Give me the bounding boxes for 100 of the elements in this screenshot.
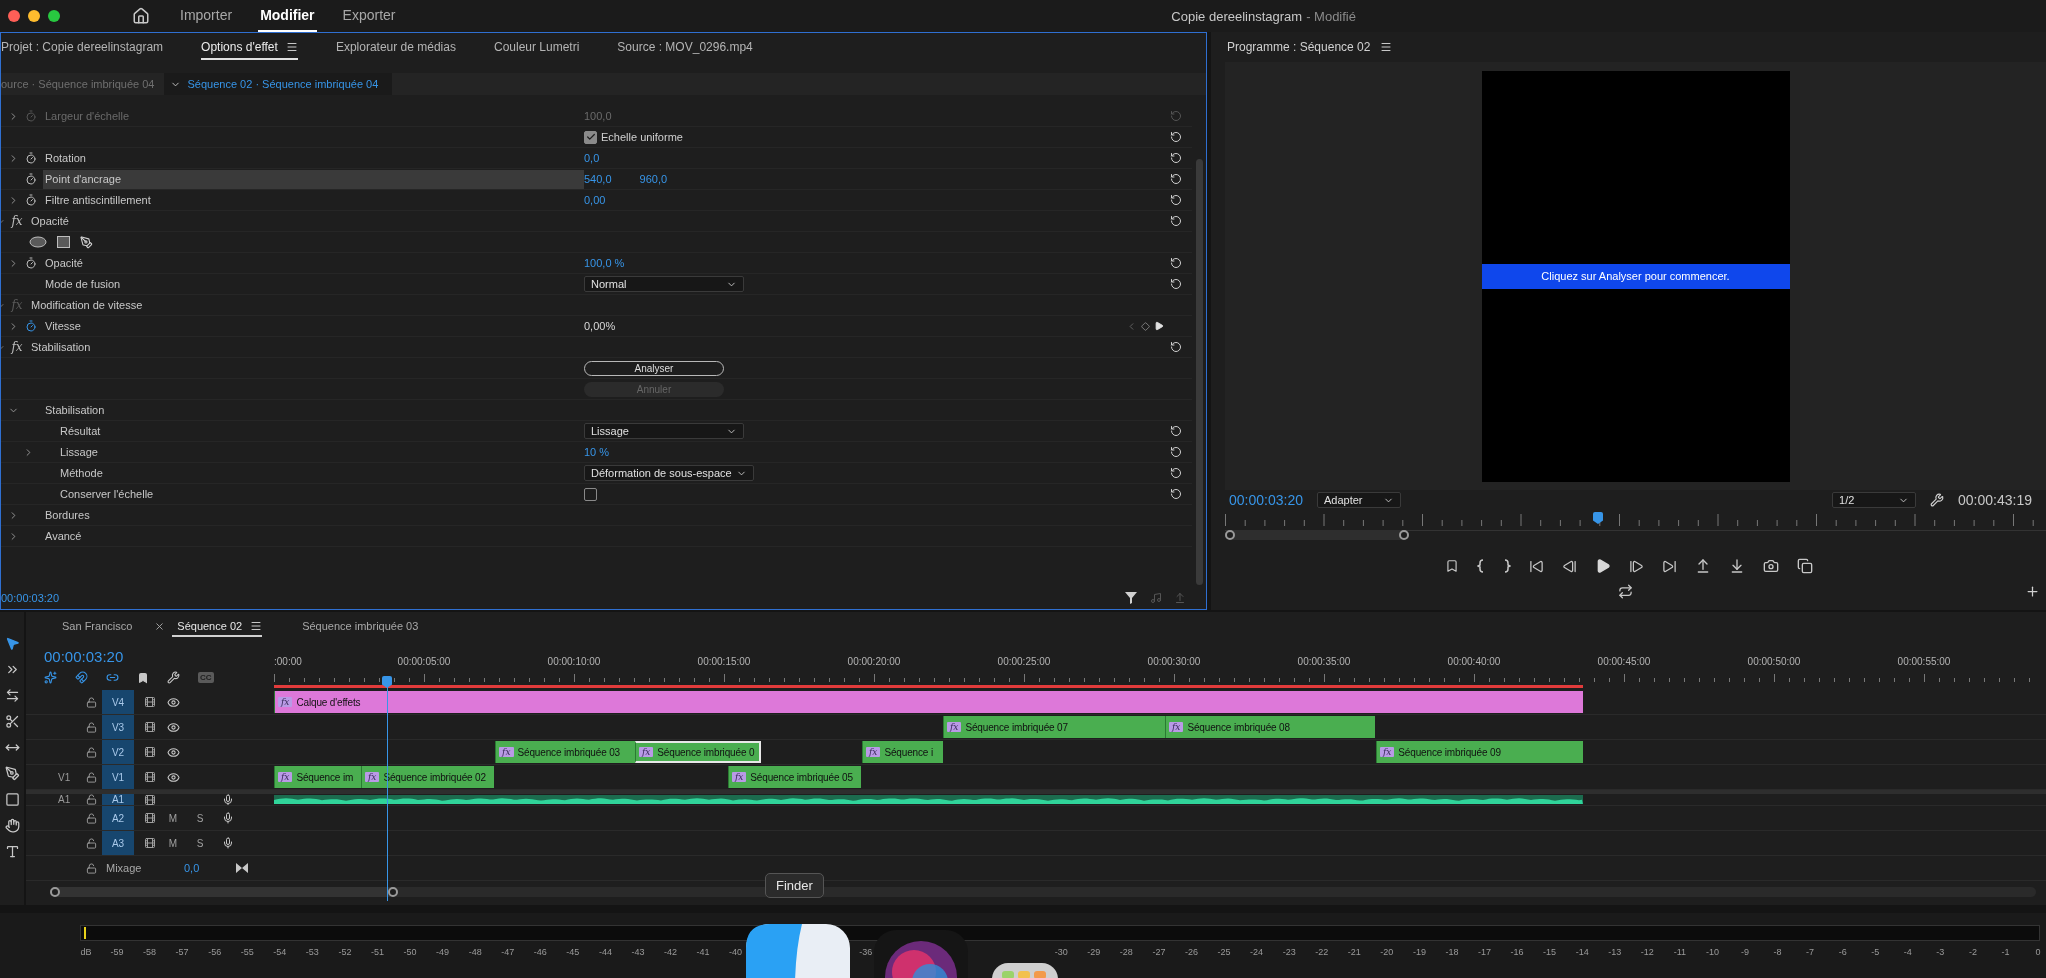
sequence-tab[interactable]: San Francisco bbox=[62, 617, 133, 637]
timeline-clip[interactable]: fx Calque d'effets bbox=[274, 691, 1583, 713]
menu-icon[interactable] bbox=[250, 620, 263, 632]
source-patch-label[interactable]: V1 bbox=[26, 771, 80, 783]
property-value[interactable]: 10 % bbox=[584, 446, 610, 458]
film-icon[interactable] bbox=[144, 837, 156, 849]
lock-icon[interactable] bbox=[85, 794, 97, 805]
pen-tool-icon[interactable] bbox=[4, 766, 20, 781]
razor-tool-icon[interactable] bbox=[4, 714, 20, 729]
mix-value[interactable]: 0,0 bbox=[184, 862, 236, 874]
checkbox[interactable] bbox=[584, 130, 597, 144]
timeline-clip[interactable]: fx Séquence im bbox=[274, 766, 361, 788]
eye-icon[interactable] bbox=[166, 745, 180, 759]
timeline-clip[interactable]: fx Séquence imbriquée 08 bbox=[1165, 716, 1375, 738]
close-icon[interactable] bbox=[154, 620, 166, 632]
film-icon[interactable] bbox=[144, 721, 156, 733]
film-icon[interactable] bbox=[144, 696, 156, 708]
film-icon[interactable] bbox=[144, 771, 156, 783]
ripple-tool-icon[interactable] bbox=[4, 688, 20, 703]
step-forward-icon[interactable] bbox=[1628, 558, 1644, 574]
swap-icon[interactable] bbox=[1618, 583, 1633, 599]
property-value[interactable]: 540,0 bbox=[584, 173, 612, 185]
mark-out-icon[interactable] bbox=[1502, 559, 1511, 573]
source-patch-label[interactable]: A1 bbox=[26, 794, 80, 805]
zoom-window-button[interactable] bbox=[48, 10, 60, 22]
lock-icon[interactable] bbox=[85, 696, 97, 708]
next-keyframe-icon[interactable] bbox=[1154, 321, 1164, 331]
bow-tie-icon[interactable] bbox=[236, 863, 248, 873]
property-value[interactable]: 100,0 % bbox=[584, 257, 625, 269]
type-tool-icon[interactable] bbox=[4, 844, 20, 859]
magnet-icon[interactable] bbox=[75, 671, 88, 684]
nav-tab[interactable]: Exporter bbox=[340, 0, 398, 32]
timeline-clip[interactable]: fx Séquence imbriquée 09 bbox=[1375, 741, 1583, 763]
stopwatch-icon[interactable] bbox=[25, 194, 37, 206]
home-icon[interactable] bbox=[132, 7, 150, 25]
analyze-button[interactable]: Analyser bbox=[584, 360, 724, 376]
track-name[interactable]: A3 bbox=[102, 831, 134, 855]
timeline-clip[interactable]: fx Séquence imbriquée 03 bbox=[495, 741, 635, 763]
pen-icon[interactable] bbox=[80, 235, 93, 249]
stopwatch-icon[interactable] bbox=[25, 173, 37, 185]
rectangle-mask-icon[interactable] bbox=[57, 236, 70, 248]
property-value[interactable]: 960,0 bbox=[639, 173, 668, 185]
settings-icon[interactable] bbox=[1930, 493, 1945, 507]
mute-button[interactable]: M bbox=[160, 837, 186, 849]
lock-icon[interactable] bbox=[85, 746, 97, 758]
dropdown[interactable]: Normal bbox=[584, 276, 744, 292]
go-to-out-icon[interactable] bbox=[1661, 558, 1677, 574]
menu-icon[interactable] bbox=[285, 41, 298, 53]
solo-button[interactable]: S bbox=[186, 837, 214, 849]
dropdown[interactable]: Déformation de sous-espace bbox=[584, 465, 754, 481]
mic-icon[interactable] bbox=[222, 812, 234, 824]
stopwatch-icon[interactable] bbox=[25, 152, 37, 164]
panel-tab[interactable]: Source : MOV_0296.mp4 bbox=[617, 36, 753, 60]
film-icon[interactable] bbox=[144, 794, 156, 805]
stopwatch-icon[interactable] bbox=[25, 257, 37, 269]
zoom-scrollbar[interactable] bbox=[1225, 530, 1409, 540]
solo-button[interactable]: S bbox=[186, 812, 214, 824]
go-to-in-icon[interactable] bbox=[1528, 558, 1544, 574]
resolution-dropdown[interactable]: 1/2 bbox=[1832, 492, 1917, 508]
panel-tab[interactable]: Projet : Copie dereelinstagram bbox=[1, 36, 164, 60]
lock-icon[interactable] bbox=[85, 812, 97, 824]
property-value[interactable]: 0,0 bbox=[584, 152, 600, 164]
marker-icon[interactable] bbox=[137, 671, 149, 684]
track-name[interactable]: A1 bbox=[102, 794, 134, 805]
timeline-clip[interactable]: fx Séquence imbriquée 0 bbox=[634, 741, 761, 763]
mute-button[interactable]: M bbox=[160, 812, 186, 824]
export-frame-icon[interactable] bbox=[1762, 558, 1779, 574]
property-value[interactable]: 0,00 bbox=[584, 194, 606, 206]
eye-icon[interactable] bbox=[166, 695, 180, 709]
panel-tab[interactable]: Explorateur de médias bbox=[335, 36, 456, 60]
fx-badge[interactable]: fx bbox=[11, 214, 23, 228]
timeline-clip[interactable]: fx Séquence i bbox=[862, 741, 943, 763]
eye-icon[interactable] bbox=[166, 770, 180, 784]
track-name[interactable]: V1 bbox=[102, 765, 134, 789]
panel-tab[interactable]: Options d'effet bbox=[201, 36, 298, 60]
add-button-icon[interactable] bbox=[2025, 583, 2040, 599]
scrollbar[interactable] bbox=[1195, 159, 1203, 585]
timecode[interactable]: 00:00:03:20 bbox=[44, 648, 274, 665]
lock-icon[interactable] bbox=[85, 771, 97, 783]
nav-tab[interactable]: Importer bbox=[178, 0, 235, 32]
menu-icon[interactable] bbox=[1380, 41, 1393, 53]
timeline-clip[interactable]: fx Séquence imbriquée 07 bbox=[943, 716, 1165, 738]
sparkle-icon[interactable] bbox=[44, 671, 57, 684]
zoom-dropdown[interactable]: Adapter bbox=[1316, 492, 1401, 508]
mic-icon[interactable] bbox=[222, 794, 234, 805]
marker-icon[interactable] bbox=[1444, 559, 1459, 573]
stopwatch-icon[interactable] bbox=[25, 320, 37, 332]
keyframe-icon[interactable] bbox=[1141, 321, 1150, 331]
checkbox[interactable] bbox=[584, 487, 597, 501]
link-icon[interactable] bbox=[106, 671, 119, 684]
film-icon[interactable] bbox=[144, 812, 156, 824]
sequence-tab[interactable]: Séquence 02 · Séquence imbriquée 04 bbox=[164, 73, 393, 95]
panel-tab[interactable]: Couleur Lumetri bbox=[493, 36, 580, 60]
dropdown[interactable]: Lissage bbox=[584, 423, 744, 439]
lock-icon[interactable] bbox=[85, 862, 97, 874]
property-value[interactable]: 0,00% bbox=[584, 320, 616, 332]
sequence-tab[interactable]: Séquence 02 bbox=[172, 617, 263, 637]
track-name[interactable]: A2 bbox=[102, 806, 134, 830]
mic-icon[interactable] bbox=[222, 837, 234, 849]
film-icon[interactable] bbox=[144, 746, 156, 758]
